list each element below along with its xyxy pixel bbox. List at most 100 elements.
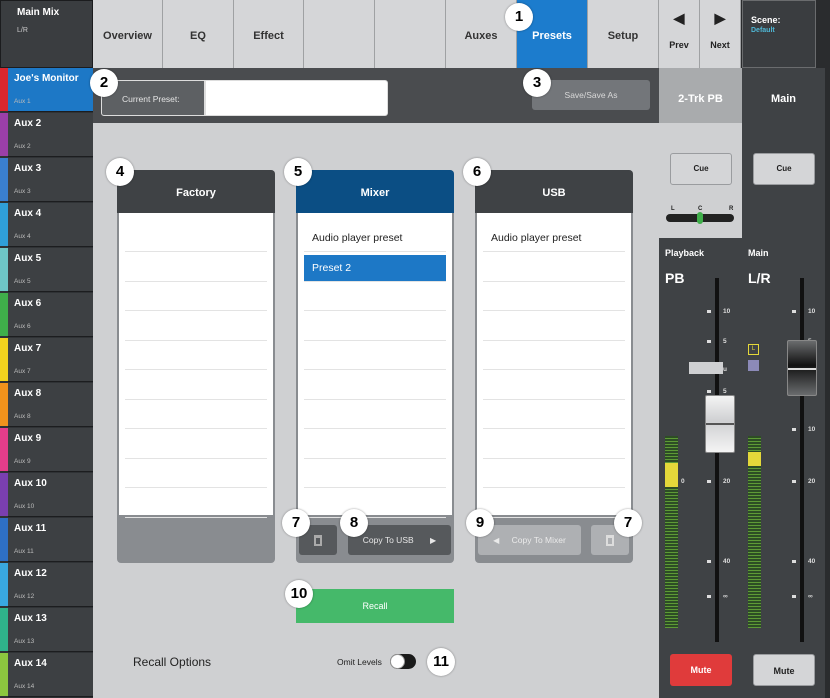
lr-link-box[interactable]: L: [748, 344, 759, 355]
list-divider: [304, 457, 446, 459]
main-strip-header: Main: [742, 68, 825, 123]
aux-item[interactable]: Aux 7 Aux 7: [0, 338, 93, 382]
list-divider: [304, 310, 446, 311]
toggle-knob: [390, 654, 405, 669]
aux-item-sub: Aux 2: [14, 143, 31, 150]
aux-item[interactable]: Aux 8 Aux 8: [0, 383, 93, 427]
callout-badge-9: 9: [466, 509, 494, 537]
tab-setup[interactable]: Setup: [588, 0, 659, 68]
aux-item-name: Aux 14: [14, 658, 47, 669]
aux-item-name: Joe's Monitor: [14, 73, 79, 84]
pb-strip-name: PB: [665, 270, 685, 286]
tab-effect[interactable]: Effect: [234, 0, 304, 68]
scale-tick: [707, 595, 711, 598]
list-divider: [125, 251, 267, 252]
next-arrow-icon: ▶: [714, 10, 726, 26]
aux-color-bar: [0, 68, 8, 111]
omit-levels-toggle[interactable]: [390, 654, 416, 669]
aux-item[interactable]: Aux 14 Aux 14: [0, 653, 93, 697]
callout-badge-2: 2: [90, 69, 118, 97]
aux-item[interactable]: Aux 6 Aux 6: [0, 293, 93, 337]
aux-item-sub: Aux 10: [14, 503, 35, 510]
scene-button[interactable]: Scene: Default: [742, 0, 816, 68]
scale-tick: [707, 560, 711, 563]
next-button[interactable]: ▶ Next: [700, 0, 741, 68]
aux-color-bar: [0, 338, 8, 381]
factory-list[interactable]: [119, 213, 273, 518]
aux-item-sub: Aux 5: [14, 278, 31, 285]
aux-item[interactable]: Aux 4 Aux 4: [0, 203, 93, 247]
callout-badge-3: 3: [523, 69, 551, 97]
preset-item[interactable]: Preset 2: [304, 254, 446, 282]
main-mute-button[interactable]: Mute: [753, 654, 815, 686]
scene-label: Scene:: [751, 15, 781, 25]
aux-item[interactable]: Aux 11 Aux 11: [0, 518, 93, 562]
aux-item-sub: Aux 14: [14, 683, 35, 690]
aux-item-name: Aux 6: [14, 298, 42, 309]
aux-item-name: Aux 2: [14, 118, 42, 129]
aux-color-bar: [0, 608, 8, 651]
mixer-list[interactable]: Audio player preset Preset 2: [298, 213, 452, 518]
aux-color-bar: [0, 518, 8, 561]
pb-fader-track: [715, 278, 719, 642]
list-divider: [483, 428, 625, 429]
scale-tick: [707, 390, 711, 393]
pb-pan-slider[interactable]: [666, 212, 734, 224]
prev-arrow-icon: ◀: [673, 10, 685, 26]
pb-channel-strip: 2-Trk PB Cue L C R Playback PB 0 105u510…: [659, 68, 742, 698]
scale-tick: [792, 310, 796, 313]
aux-item[interactable]: Joe's Monitor Aux 1: [0, 68, 93, 112]
main-channel-strip: Main Cue Main L/R L 105u5102040∞ Mute: [742, 68, 825, 698]
aux-item[interactable]: Aux 12 Aux 12: [0, 563, 93, 607]
main-cue-button[interactable]: Cue: [753, 153, 815, 185]
aux-item[interactable]: Aux 10 Aux 10: [0, 473, 93, 517]
arrow-right-icon: ▶: [430, 536, 437, 545]
callout-badge-11: 11: [427, 648, 455, 676]
aux-item[interactable]: Aux 9 Aux 9: [0, 428, 93, 472]
copy-to-mixer-button[interactable]: ◀ Copy To Mixer: [478, 525, 581, 555]
callout-badge-6: 6: [463, 158, 491, 186]
tab-overview[interactable]: Overview: [93, 0, 163, 68]
list-divider: [125, 428, 267, 429]
tab-eq[interactable]: EQ: [163, 0, 234, 68]
preset-item[interactable]: Audio player preset: [304, 225, 446, 252]
current-preset-field[interactable]: [205, 80, 388, 116]
aux-item[interactable]: Aux 3 Aux 3: [0, 158, 93, 202]
list-divider: [483, 516, 625, 518]
aux-color-bar: [0, 653, 8, 696]
aux-item[interactable]: Aux 2 Aux 2: [0, 113, 93, 157]
callout-badge-1: 1: [505, 3, 533, 31]
mono-box[interactable]: [748, 360, 759, 371]
arrow-left-icon: ◀: [493, 536, 500, 545]
main-meter-peak: [748, 452, 761, 466]
main-fader-knob[interactable]: [787, 340, 817, 396]
list-divider: [483, 369, 625, 370]
list-divider: [483, 398, 625, 400]
prev-button[interactable]: ◀ Prev: [659, 0, 700, 68]
pb-cue-button[interactable]: Cue: [670, 153, 732, 185]
list-divider: [125, 369, 267, 370]
usb-list[interactable]: Audio player preset: [477, 213, 631, 518]
omit-levels-label: Omit Levels: [337, 657, 382, 667]
list-divider: [125, 516, 267, 518]
list-divider: [483, 280, 625, 282]
callout-badge-4: 4: [106, 158, 134, 186]
aux-item[interactable]: Aux 5 Aux 5: [0, 248, 93, 292]
scale-label: 10: [723, 308, 731, 315]
aux-item[interactable]: Aux 13 Aux 13: [0, 608, 93, 652]
pb-fader-knob[interactable]: [705, 395, 735, 453]
list-divider: [125, 310, 267, 311]
preset-item[interactable]: Audio player preset: [483, 225, 625, 252]
aux-item-sub: Aux 7: [14, 368, 31, 375]
mixer-header: Mixer: [296, 170, 454, 213]
pb-mute-button[interactable]: Mute: [670, 654, 732, 686]
list-divider: [304, 487, 446, 488]
list-divider: [483, 251, 625, 252]
recall-button[interactable]: Recall: [296, 589, 454, 623]
scale-label: ∞: [808, 593, 813, 600]
aux-item-sub: Aux 11: [14, 548, 34, 555]
tab-empty-2[interactable]: [375, 0, 446, 68]
main-mix-button[interactable]: Main Mix L/R: [0, 0, 93, 68]
tab-empty-1[interactable]: [304, 0, 375, 68]
list-divider: [125, 339, 267, 341]
